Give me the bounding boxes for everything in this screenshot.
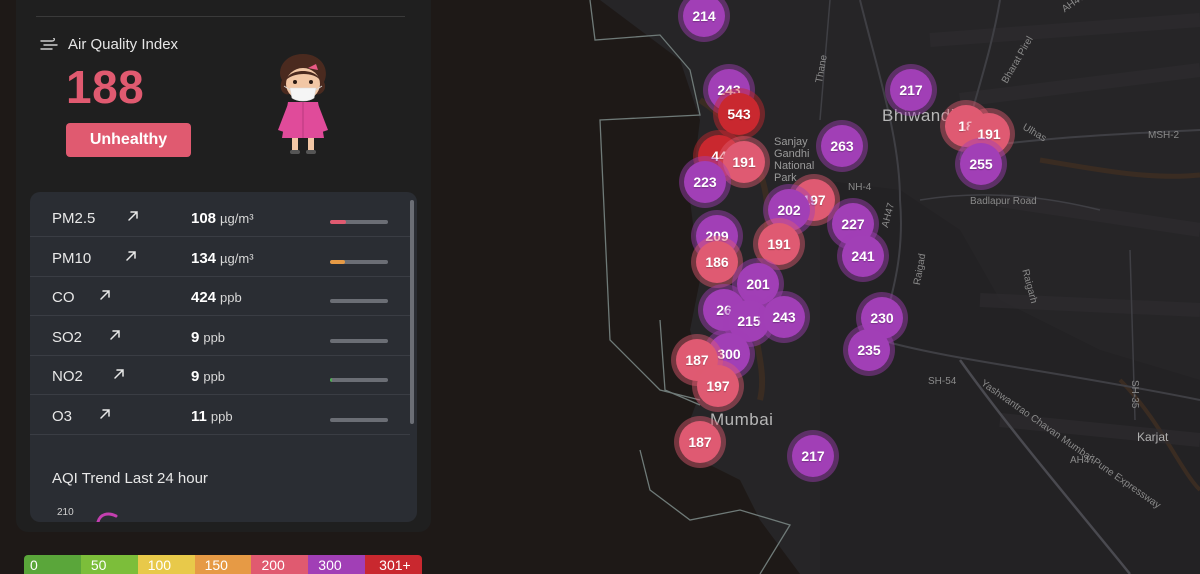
pollutant-value-number: 9 [191, 328, 200, 346]
pollutant-value-number: 108 [191, 210, 217, 227]
pollutant-unit: µg/m³ [220, 211, 254, 226]
legend-segment: 200 [251, 555, 309, 574]
aqi-station-marker[interactable]: 186 [696, 241, 738, 283]
pollutant-level-bar [330, 299, 388, 303]
aqi-station-marker[interactable]: 191 [758, 223, 800, 265]
pollutant-name: O3 [52, 407, 73, 425]
pollutant-value-number: 11 [191, 407, 207, 425]
pollutant-row[interactable]: PM2.5 108 µg/m³ [30, 198, 410, 237]
pollutant-value-number: 424 [191, 289, 217, 306]
legend-segment: 300 [308, 555, 366, 574]
arrow-up-right-icon [110, 329, 120, 340]
aqi-status-badge[interactable]: Unhealthy [66, 123, 191, 157]
pollutant-value-number: 9 [191, 368, 200, 385]
pollutant-name: PM2.5 [52, 210, 96, 227]
pollutant-level-fill [330, 259, 345, 264]
pollutant-name: PM10 [52, 249, 92, 267]
pollutant-level-fill [330, 378, 332, 382]
aqi-station-marker[interactable]: 543 [718, 93, 760, 135]
map-label-national: National [774, 160, 815, 172]
card-scrollbar[interactable] [410, 200, 414, 424]
map-label-karjat: Karjat [1137, 430, 1169, 444]
pollutant-level-bar [330, 259, 388, 264]
aqi-station-marker[interactable]: 197 [697, 365, 739, 407]
arrow-up-right-icon [126, 250, 136, 261]
aqi-station-marker[interactable]: 187 [679, 421, 721, 463]
arrow-up-right-icon [100, 408, 110, 419]
pollutant-level-bar [330, 378, 388, 382]
map-label-nh4: NH-4 [848, 182, 872, 193]
aqi-color-legend: 0 50 100 150 200 300 301+ [24, 555, 422, 574]
legend-label: 300 [318, 557, 342, 573]
panel-divider [36, 16, 405, 17]
map-label-sanjay: Sanjay [774, 136, 808, 148]
arrow-up-right-icon [100, 290, 110, 300]
map-label-sh54: SH-54 [928, 376, 957, 387]
map-label-mumbai: Mumbai [710, 410, 774, 429]
pollutant-value: 11 ppb [191, 408, 233, 425]
pollutant-name: CO [52, 289, 75, 306]
legend-label: 100 [147, 557, 172, 573]
arrow-up-right-icon [114, 369, 124, 379]
map-label-gandhi: Gandhi [774, 148, 810, 160]
map-label-sh35: SH-35 [1129, 380, 1140, 409]
pollutant-row[interactable]: SO2 9 ppb [30, 317, 410, 356]
pollutant-name: NO2 [52, 368, 83, 385]
aqi-value: 188 [66, 61, 145, 113]
legend-label: 0 [30, 557, 38, 573]
arrow-up-right-icon [128, 211, 138, 221]
map-label-badlapur-road: Badlapur Road [970, 196, 1037, 207]
aqi-station-marker[interactable]: 235 [848, 329, 890, 371]
pollutant-value: 424 ppb [191, 289, 242, 306]
legend-label: 301+ [379, 557, 411, 573]
aqi-station-marker[interactable]: 243 [763, 296, 805, 338]
aqi-station-marker[interactable]: 217 [792, 435, 834, 477]
map-label-park: Park [774, 172, 797, 184]
aqi-station-marker[interactable]: 217 [890, 69, 932, 111]
pollutant-unit: µg/m³ [220, 250, 254, 266]
pollutant-row[interactable]: PM10 134 µg/m³ [30, 238, 410, 277]
pollutant-value-number: 134 [191, 249, 217, 267]
pollutant-level-bar [330, 338, 388, 343]
pollutant-row[interactable]: O3 11 ppb [30, 396, 410, 435]
legend-label: 200 [261, 557, 285, 573]
trend-title: AQI Trend Last 24 hour [52, 470, 208, 487]
pollutant-value: 134 µg/m³ [191, 250, 254, 267]
legend-label: 150 [204, 557, 228, 573]
aqi-header: Air Quality Index [40, 36, 178, 53]
legend-segment: 0 [24, 555, 81, 574]
aqi-station-marker[interactable]: 191 [723, 141, 765, 183]
map-label-msh2: MSH-2 [1148, 130, 1180, 141]
legend-segment: 150 [194, 555, 252, 574]
aqi-station-marker[interactable]: 255 [960, 143, 1002, 185]
aqi-side-panel: Air Quality Index 188 Unhealthy PM2.5 108… [16, 0, 431, 532]
legend-label: 50 [90, 557, 107, 573]
pollutant-name: SO2 [52, 328, 83, 346]
aqi-title: Air Quality Index [68, 36, 179, 53]
pollutant-row[interactable]: CO 424 ppb [30, 277, 410, 316]
legend-segment: 50 [80, 555, 138, 574]
legend-segment: 301+ [365, 555, 422, 574]
pollutant-row[interactable]: NO2 9 ppb [30, 356, 410, 395]
pollutants-card: PM2.5 108 µg/m³ PM10 134 µg/m³ CO 424 ppb SO2 9 ppb… [30, 192, 417, 522]
pollutant-value: 9 ppb [191, 329, 225, 346]
masked-person-illustration [278, 54, 328, 154]
aqi-station-marker[interactable]: 241 [842, 235, 884, 277]
aqi-station-marker[interactable]: 223 [684, 161, 726, 203]
pollutant-unit: ppb [203, 369, 226, 384]
pollutant-value: 9 ppb [191, 368, 225, 385]
pollutant-unit: ppb [210, 408, 233, 424]
pollutant-unit: ppb [203, 329, 226, 345]
pollutant-value: 108 µg/m³ [191, 210, 254, 227]
wind-icon [40, 37, 58, 50]
pollutant-level-bar [330, 417, 388, 422]
aqi-station-marker[interactable]: 263 [821, 125, 863, 167]
pollutant-level-bar [330, 220, 388, 224]
legend-segment: 100 [137, 555, 195, 574]
trend-line [96, 512, 118, 522]
pollutant-unit: ppb [220, 290, 242, 305]
pollutant-level-fill [330, 220, 347, 224]
trend-axis-tick: 210 [57, 507, 74, 518]
